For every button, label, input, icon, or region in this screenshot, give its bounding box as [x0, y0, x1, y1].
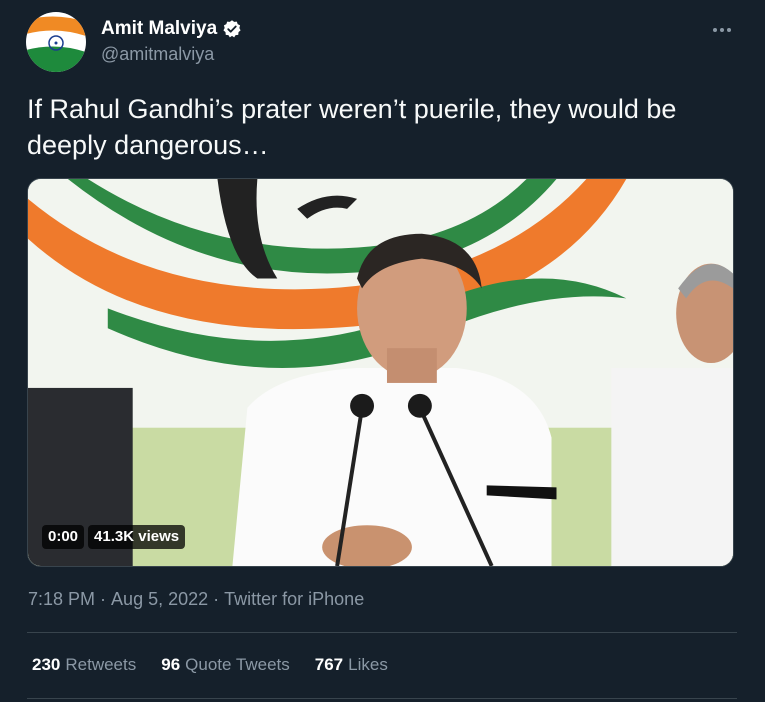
author-name[interactable]: Amit Malviya: [101, 18, 242, 40]
retweets-label: Retweets: [65, 655, 137, 674]
author-name-text: Amit Malviya: [101, 18, 218, 39]
tweet-time[interactable]: 7:18 PM: [28, 589, 95, 610]
tweet-text: If Rahul Gandhi’s prater weren’t puerile…: [27, 94, 677, 160]
meta-separator: ·: [100, 589, 107, 609]
tweet-meta: 7:18 PM · Aug 5, 2022 · Twitter for iPho…: [28, 589, 364, 610]
tweet-date[interactable]: Aug 5, 2022: [111, 589, 208, 610]
tweet-card: Amit Malviya @amitmalviya If Rahul Gandh…: [0, 0, 765, 702]
verified-badge-icon: [223, 20, 241, 38]
divider: [27, 698, 737, 699]
author-handle[interactable]: @amitmalviya: [101, 44, 214, 65]
video-badges: 0:00 41.3K views: [42, 525, 186, 549]
more-options-icon[interactable]: [708, 18, 736, 42]
tweet-stats: 230 Retweets 96 Quote Tweets 767 Likes: [32, 655, 388, 675]
meta-separator: ·: [213, 589, 220, 609]
india-flag-avatar-icon: [26, 12, 86, 72]
retweets-stat[interactable]: 230 Retweets: [32, 655, 136, 675]
video-timestamp: 0:00: [42, 525, 85, 549]
divider: [27, 632, 737, 633]
quote-tweets-count: 96: [161, 655, 181, 674]
quote-tweets-label: Quote Tweets: [185, 655, 290, 674]
likes-stat[interactable]: 767 Likes: [315, 655, 388, 675]
likes-label: Likes: [348, 655, 388, 674]
quote-tweets-stat[interactable]: 96 Quote Tweets: [161, 655, 290, 675]
tweet-source[interactable]: Twitter for iPhone: [224, 589, 364, 610]
video-player[interactable]: 0:00 41.3K views: [27, 178, 734, 567]
video-view-count: 41.3K views: [88, 525, 186, 549]
video-thumbnail: [28, 179, 733, 566]
retweets-count: 230: [32, 655, 61, 674]
author-avatar[interactable]: [26, 12, 86, 72]
likes-count: 767: [314, 655, 344, 674]
